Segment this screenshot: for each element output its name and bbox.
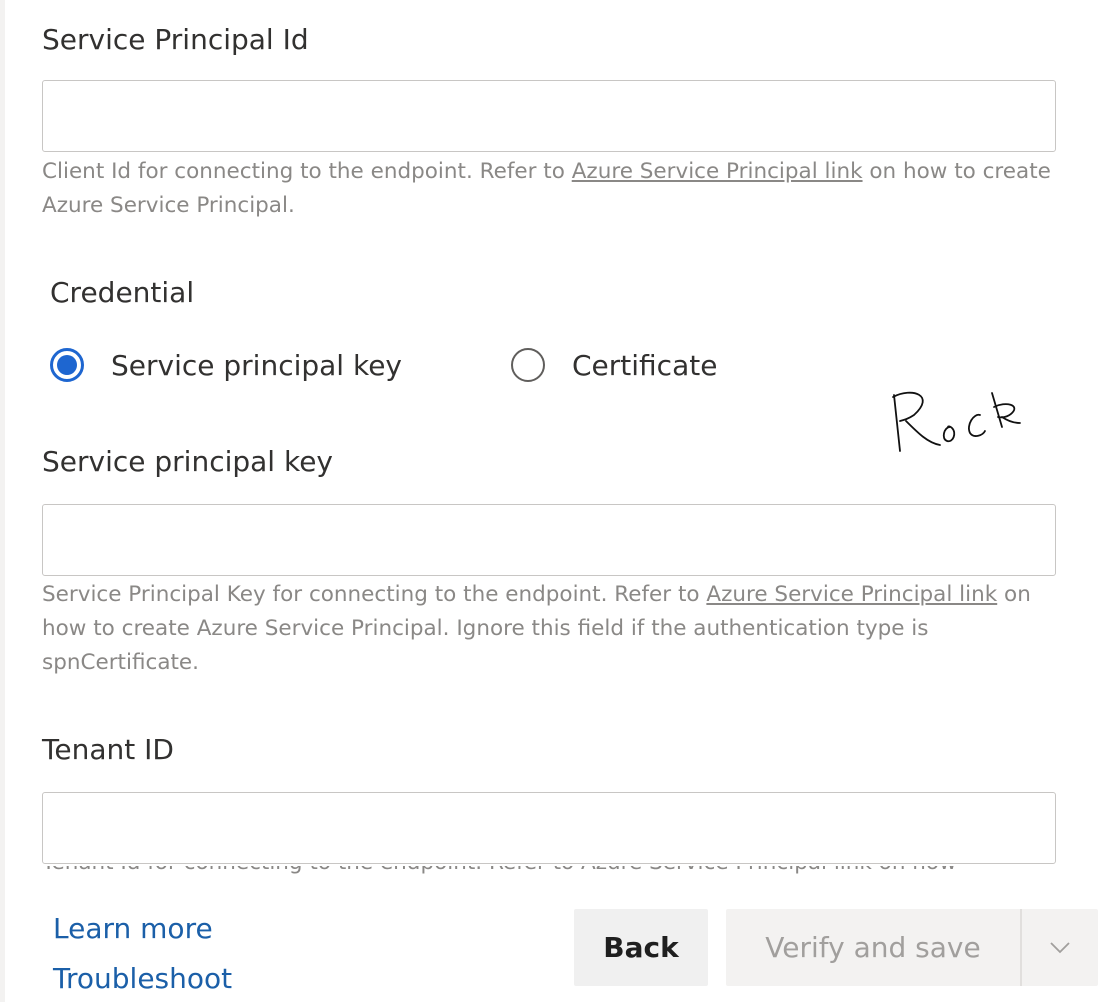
verify-and-save-dropdown-button[interactable] [1022,909,1098,986]
radio-label-certificate: Certificate [572,348,718,382]
radio-certificate[interactable]: Certificate [511,343,717,387]
radio-selected-icon[interactable] [50,348,84,382]
service-principal-key-label: Service principal key [42,445,333,478]
back-button[interactable]: Back [574,909,708,986]
service-principal-id-helper: Client Id for connecting to the endpoint… [42,155,1062,223]
verify-and-save-button[interactable]: Verify and save [726,909,1020,986]
tenant-id-label: Tenant ID [42,733,174,766]
service-principal-id-input[interactable] [42,80,1056,152]
troubleshoot-link[interactable]: Troubleshoot [53,962,232,995]
tenant-id-helper: Tenant Id for connecting to the endpoint… [42,866,957,880]
helper-text-prefix: Client Id for connecting to the endpoint… [42,159,572,184]
chevron-down-icon [1050,941,1070,953]
credential-label: Credential [50,276,195,309]
service-principal-key-helper: Service Principal Key for connecting to … [42,578,1062,680]
service-principal-key-input[interactable] [42,504,1056,576]
radio-service-principal-key[interactable]: Service principal key [50,343,402,387]
radio-label-service-principal-key: Service principal key [111,348,402,382]
azure-service-principal-link[interactable]: Azure Service Principal link [572,159,863,184]
service-principal-id-label: Service Principal Id [42,23,309,56]
tenant-id-helper-clipped: Tenant Id for connecting to the endpoint… [42,866,1062,880]
handwritten-signature [892,391,1021,452]
radio-unselected-icon[interactable] [511,348,545,382]
learn-more-link[interactable]: Learn more [53,912,213,945]
left-panel-edge [0,0,5,1002]
tenant-id-input[interactable] [42,792,1056,864]
helper-text-prefix: Service Principal Key for connecting to … [42,582,707,607]
azure-service-principal-link[interactable]: Azure Service Principal link [706,582,997,607]
